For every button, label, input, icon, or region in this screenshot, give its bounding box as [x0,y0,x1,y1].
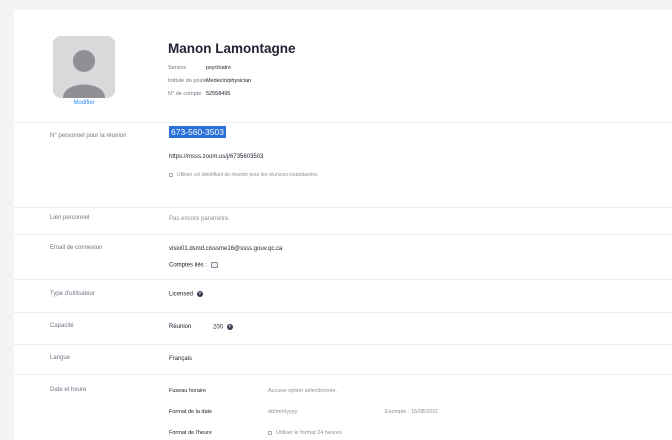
capacity-label: Capacité [50,323,74,329]
checkbox-icon[interactable] [268,430,272,435]
login-email-section: Email de connexion visio01.dsmd.cisssme1… [14,234,672,279]
linked-accounts-icon[interactable] [210,262,218,268]
login-email-value: visio01.dsmd.cisssme16@ssss.gouv.qc.ca [169,246,283,252]
meeting-capacity-row: 200 ? [213,324,233,331]
personal-link-section: Lien personnel Pas encore paramétré. [14,207,672,234]
meeting-capacity-value: 200 [213,324,224,331]
datetime-label: Date et heure [50,387,87,393]
job-title-row: Intitulé du poste Medecin/physician [168,78,251,84]
personal-link-value: Pas encore paramétré. [169,216,231,222]
avatar[interactable] [53,36,115,98]
linked-accounts-label: Comptes liés : [169,262,208,269]
date-format-example: Exemple : 15/08/2011 [385,409,439,415]
language-value: Français [169,356,193,362]
account-number-label: N° de compte [168,91,202,97]
user-type-row: Licensed ? [169,291,203,298]
avatar-placeholder-icon [53,36,115,98]
profile-card: Modifier Manon Lamontagne Service psychi… [14,10,672,440]
timezone-label: Fuseau horaire [169,388,206,394]
service-row: Service psychiatre [168,65,231,71]
timezone-value[interactable]: Aucune option sélectionnée. [268,388,337,394]
service-label: Service [168,65,187,71]
profile-header: Modifier Manon Lamontagne Service psychi… [14,10,672,122]
date-format-label: Format de la date [169,409,213,415]
time-format-checkbox-label: Utiliser le format 24 heures [276,430,342,436]
capacity-section: Capacité Réunion 200 ? [14,312,672,344]
checkbox-icon[interactable] [169,172,173,177]
date-format-value[interactable]: dd/mm/yyyy [268,409,297,415]
personal-link-label: Lien personnel [50,215,90,221]
instant-meeting-checkbox-label: Utiliser cet identifiant de réunion pour… [177,172,318,178]
instant-meeting-checkbox[interactable]: Utiliser cet identifiant de réunion pour… [169,172,318,178]
account-number-row: N° de compte 52558495 [168,91,230,97]
job-title-value: Medecin/physician [206,78,252,84]
pmi-label: N° personnel pour la réunion [50,133,127,139]
pmi-url[interactable]: https://msss.zoom.us/j/6735603503 [169,154,263,160]
account-number-value: 52558495 [206,91,231,97]
user-type-section: Type d'utilisateur Licensed ? [14,279,672,312]
pmi-section: N° personnel pour la réunion 673-560-350… [14,122,672,207]
service-value: psychiatre [206,65,232,71]
job-title-label: Intitulé du poste [168,78,207,84]
help-icon[interactable]: ? [226,324,233,330]
help-icon[interactable]: ? [196,291,203,297]
user-type-label: Type d'utilisateur [50,291,95,297]
user-type-value: Licensed [169,291,194,298]
meeting-capacity-label: Réunion [169,324,192,330]
pmi-number[interactable]: 673-560-3503 [169,126,226,138]
datetime-section: Date et heure Fuseau horaire Aucune opti… [14,374,672,440]
time-format-checkbox[interactable]: Utiliser le format 24 heures [268,430,342,436]
language-label: Langue [50,355,71,361]
linked-accounts-row: Comptes liés : [169,262,218,269]
edit-avatar-link[interactable]: Modifier [58,100,110,106]
login-email-label: Email de connexion [50,245,103,251]
language-section: Langue Français [14,344,672,374]
time-format-label: Format de l'heure [169,430,212,436]
user-name: Manon Lamontagne [168,41,296,56]
